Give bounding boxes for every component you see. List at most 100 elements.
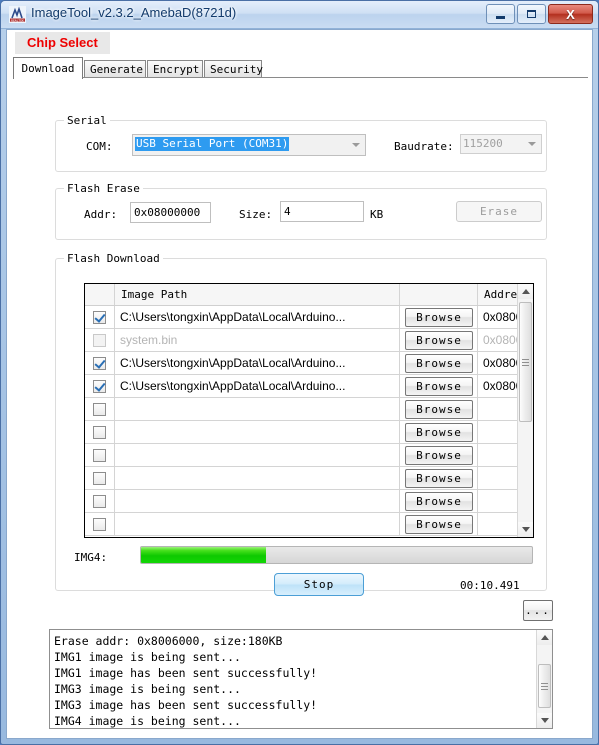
row-browse-cell[interactable]: Browse — [400, 467, 478, 489]
table-row[interactable]: C:\Users\tongxin\AppData\Local\Arduino..… — [85, 306, 533, 329]
table-row[interactable]: C:\Users\tongxin\AppData\Local\Arduino..… — [85, 375, 533, 398]
table-row[interactable]: Browse — [85, 513, 533, 536]
log-scroll-down-button[interactable] — [537, 713, 552, 728]
row-path-cell[interactable] — [115, 444, 400, 466]
row-checkbox[interactable] — [93, 517, 106, 531]
row-checkbox-cell[interactable] — [85, 329, 115, 351]
log-scrollbar-thumb[interactable] — [538, 664, 551, 708]
com-port-combo[interactable]: USB Serial Port (COM31) — [132, 134, 366, 156]
row-checkbox[interactable] — [93, 356, 106, 370]
row-browse-cell[interactable]: Browse — [400, 513, 478, 535]
stop-button[interactable]: Stop — [274, 573, 364, 596]
browse-button[interactable]: Browse — [405, 377, 473, 396]
row-checkbox-cell[interactable] — [85, 398, 115, 420]
browse-button[interactable]: Browse — [405, 492, 473, 511]
more-options-button[interactable]: ... — [523, 600, 553, 621]
com-port-value: USB Serial Port (COM31) — [135, 137, 290, 151]
row-browse-cell[interactable]: Browse — [400, 306, 478, 328]
row-browse-cell[interactable]: Browse — [400, 398, 478, 420]
row-checkbox-cell[interactable] — [85, 375, 115, 397]
close-button[interactable]: X — [548, 4, 593, 24]
row-checkbox[interactable] — [93, 402, 106, 416]
menu-item-chip-select[interactable]: Chip Select — [15, 32, 110, 54]
minimize-button[interactable] — [486, 4, 515, 24]
row-browse-cell[interactable]: Browse — [400, 421, 478, 443]
maximize-button[interactable] — [517, 4, 546, 24]
table-row[interactable]: C:\Users\tongxin\AppData\Local\Arduino..… — [85, 352, 533, 375]
scroll-up-button[interactable] — [518, 284, 533, 299]
row-browse-cell[interactable]: Browse — [400, 352, 478, 374]
browse-button[interactable]: Browse — [405, 331, 473, 350]
row-path-cell[interactable] — [115, 490, 400, 512]
window-title: ImageTool_v2.3.2_AmebaD(8721d) — [31, 5, 237, 20]
browse-button[interactable]: Browse — [405, 446, 473, 465]
browse-button[interactable]: Browse — [405, 400, 473, 419]
erase-addr-label: Addr: — [84, 208, 118, 221]
triangle-up-icon — [540, 635, 549, 640]
row-checkbox[interactable] — [93, 425, 106, 439]
row-checkbox[interactable] — [93, 494, 106, 508]
table-row[interactable]: system.binBrowse0x08003000 — [85, 329, 533, 352]
row-path-text: C:\Users\tongxin\AppData\Local\Arduino..… — [120, 310, 346, 324]
progress-bar-fill — [141, 547, 267, 563]
title-bar[interactable]: REALTEK ImageTool_v2.3.2_AmebaD(8721d) X — [1, 1, 598, 29]
table-row[interactable]: Browse — [85, 490, 533, 513]
progress-bar — [140, 546, 533, 564]
table-row[interactable]: Browse — [85, 444, 533, 467]
chevron-down-icon — [528, 142, 536, 146]
row-checkbox-cell[interactable] — [85, 421, 115, 443]
table-row[interactable]: Browse — [85, 467, 533, 490]
row-browse-cell[interactable]: Browse — [400, 329, 478, 351]
log-output[interactable]: Erase addr: 0x8006000, size:180KB IMG1 i… — [49, 629, 553, 729]
row-path-cell[interactable]: C:\Users\tongxin\AppData\Local\Arduino..… — [115, 375, 400, 397]
triangle-down-icon — [521, 527, 530, 532]
minimize-icon — [496, 15, 505, 19]
tab-encrypt[interactable]: Encrypt — [147, 60, 203, 78]
erase-size-input[interactable] — [280, 201, 364, 222]
table-row[interactable]: Browse — [85, 421, 533, 444]
row-checkbox-cell[interactable] — [85, 513, 115, 535]
row-checkbox-cell[interactable] — [85, 444, 115, 466]
row-checkbox-cell[interactable] — [85, 306, 115, 328]
browse-button[interactable]: Browse — [405, 308, 473, 327]
scrollbar-thumb[interactable] — [519, 302, 532, 422]
header-cell-image-path[interactable]: Image Path — [115, 284, 400, 305]
log-scroll-up-button[interactable] — [537, 630, 552, 645]
maximize-icon — [527, 10, 536, 18]
row-path-text: C:\Users\tongxin\AppData\Local\Arduino..… — [120, 379, 346, 393]
row-checkbox-cell[interactable] — [85, 490, 115, 512]
row-path-cell[interactable] — [115, 421, 400, 443]
row-checkbox-cell[interactable] — [85, 467, 115, 489]
erase-addr-input[interactable] — [130, 202, 211, 223]
browse-button[interactable]: Browse — [405, 423, 473, 442]
row-path-cell[interactable]: C:\Users\tongxin\AppData\Local\Arduino..… — [115, 352, 400, 374]
tab-generate[interactable]: Generate — [84, 60, 146, 78]
row-checkbox[interactable] — [93, 471, 106, 485]
tab-download[interactable]: Download — [13, 57, 83, 79]
scroll-down-button[interactable] — [518, 522, 533, 537]
row-path-cell[interactable]: C:\Users\tongxin\AppData\Local\Arduino..… — [115, 306, 400, 328]
tab-security[interactable]: Security — [204, 60, 263, 78]
row-checkbox-cell[interactable] — [85, 352, 115, 374]
row-checkbox[interactable] — [93, 333, 106, 347]
row-path-cell[interactable] — [115, 513, 400, 535]
header-cell-browse — [400, 284, 478, 305]
row-path-cell[interactable]: system.bin — [115, 329, 400, 351]
row-checkbox[interactable] — [93, 448, 106, 462]
row-browse-cell[interactable]: Browse — [400, 375, 478, 397]
log-scrollbar[interactable] — [536, 630, 552, 728]
row-checkbox[interactable] — [93, 379, 106, 393]
table-scrollbar[interactable] — [517, 284, 533, 537]
baudrate-combo[interactable]: 115200 — [460, 134, 542, 154]
row-browse-cell[interactable]: Browse — [400, 490, 478, 512]
table-row[interactable]: Browse — [85, 398, 533, 421]
row-browse-cell[interactable]: Browse — [400, 444, 478, 466]
browse-button[interactable]: Browse — [405, 469, 473, 488]
row-path-cell[interactable] — [115, 467, 400, 489]
browse-button[interactable]: Browse — [405, 354, 473, 373]
erase-button[interactable]: Erase — [456, 201, 542, 222]
row-path-cell[interactable] — [115, 398, 400, 420]
browse-button[interactable]: Browse — [405, 515, 473, 534]
row-checkbox[interactable] — [93, 310, 106, 324]
com-label: COM: — [86, 140, 113, 153]
